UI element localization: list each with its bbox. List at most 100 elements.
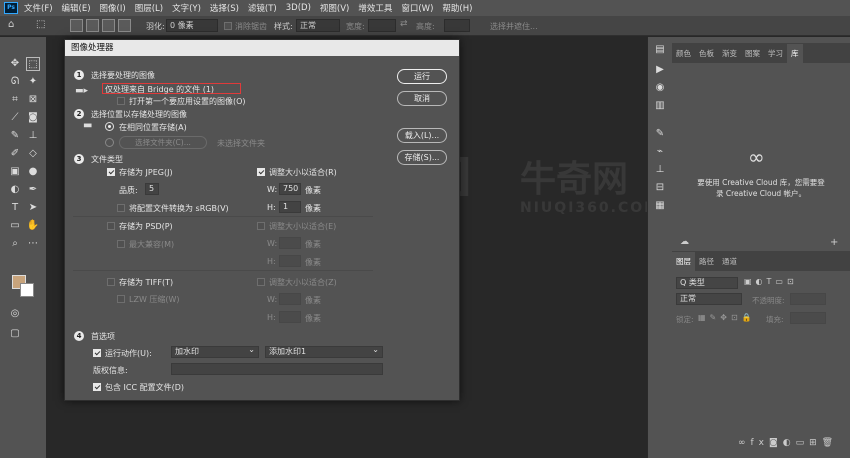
open-first-checkbox[interactable] bbox=[117, 97, 125, 105]
tab-swatches[interactable]: 色板 bbox=[695, 48, 718, 63]
menu-window[interactable]: 窗口(W) bbox=[401, 2, 433, 14]
shape-icon[interactable]: ▭ bbox=[8, 219, 22, 233]
jpeg-width-input[interactable]: 750 bbox=[279, 183, 301, 195]
menu-help[interactable]: 帮助(H) bbox=[442, 2, 472, 14]
fill-input[interactable] bbox=[790, 312, 826, 324]
layer-kind-filter[interactable]: Q 类型 bbox=[676, 277, 738, 289]
pen-icon[interactable]: ✒ bbox=[26, 183, 40, 197]
quick-mask-icon[interactable]: ◎ bbox=[8, 307, 22, 321]
lock-icons[interactable]: ▦✎✥⊡🔒 bbox=[698, 313, 756, 322]
opacity-input[interactable] bbox=[790, 293, 826, 305]
run-button[interactable]: 运行 bbox=[397, 69, 447, 84]
layer-bottom-icons[interactable]: ∞fx◙◐▭⊞🗑 bbox=[738, 438, 838, 448]
menu-filter[interactable]: 滤镜(T) bbox=[248, 2, 277, 14]
marquee-icon[interactable]: ⬚ bbox=[26, 57, 40, 71]
add-selection-icon[interactable] bbox=[86, 19, 99, 32]
lasso-icon[interactable]: ᘏ bbox=[8, 75, 22, 89]
tab-patterns[interactable]: 图案 bbox=[741, 48, 764, 63]
blur-icon[interactable]: ● bbox=[26, 165, 40, 179]
menu-select[interactable]: 选择(S) bbox=[210, 2, 239, 14]
crop-icon[interactable]: ⌗ bbox=[8, 93, 22, 107]
tab-gradients[interactable]: 渐变 bbox=[718, 48, 741, 63]
tiff-width-input[interactable] bbox=[279, 293, 301, 305]
clone-source-icon[interactable]: ⊥ bbox=[653, 163, 667, 177]
include-icc-checkbox[interactable] bbox=[93, 383, 101, 391]
choose-folder-button[interactable]: 选择文件夹(C)... bbox=[119, 136, 207, 149]
cloud-icon[interactable]: ☁ bbox=[680, 237, 689, 247]
jpeg-height-input[interactable]: 1 bbox=[279, 201, 301, 213]
psd-height-input[interactable] bbox=[279, 255, 301, 267]
intersect-selection-icon[interactable] bbox=[118, 19, 131, 32]
save-jpeg-checkbox[interactable] bbox=[107, 168, 115, 176]
move-icon[interactable]: ✥ bbox=[8, 57, 22, 71]
hand-icon[interactable]: ✋ bbox=[26, 219, 40, 233]
resize-tiff-checkbox[interactable] bbox=[257, 278, 265, 286]
brush-icon[interactable]: ✎ bbox=[8, 129, 22, 143]
screen-mode-icon[interactable]: ▢ bbox=[8, 327, 22, 341]
brushes-icon[interactable]: ⌁ bbox=[653, 145, 667, 159]
dodge-icon[interactable]: ◐ bbox=[8, 183, 22, 197]
quality-input[interactable]: 5 bbox=[145, 183, 159, 195]
tab-libraries[interactable]: 库 bbox=[787, 44, 803, 63]
tab-channels[interactable]: 通道 bbox=[718, 256, 741, 271]
stamp-icon[interactable]: ⊥ bbox=[26, 129, 40, 143]
tab-paths[interactable]: 路径 bbox=[695, 256, 718, 271]
load-button[interactable]: 载入(L)... bbox=[397, 128, 447, 143]
resize-jpeg-checkbox[interactable] bbox=[257, 168, 265, 176]
new-selection-icon[interactable] bbox=[70, 19, 83, 32]
menu-3d[interactable]: 3D(D) bbox=[286, 3, 311, 13]
menu-layer[interactable]: 图层(L) bbox=[135, 2, 163, 14]
antialias-checkbox[interactable] bbox=[224, 22, 232, 30]
psd-width-input[interactable] bbox=[279, 237, 301, 249]
play-icon[interactable]: ▶ bbox=[653, 63, 667, 77]
marquee-preset-icon[interactable]: ⬚ bbox=[36, 19, 45, 30]
background-color-swatch[interactable] bbox=[20, 283, 34, 297]
tab-layers[interactable]: 图层 bbox=[672, 252, 695, 271]
subtract-selection-icon[interactable] bbox=[102, 19, 115, 32]
menu-image[interactable]: 图像(I) bbox=[100, 2, 126, 14]
max-compat-checkbox[interactable] bbox=[117, 240, 125, 248]
healing-icon[interactable]: ◙ bbox=[26, 111, 40, 125]
cancel-button[interactable]: 取消 bbox=[397, 91, 447, 106]
cc-message-line2[interactable]: 录 Creative Cloud 帐户。 bbox=[672, 188, 850, 199]
tab-color[interactable]: 颜色 bbox=[672, 48, 695, 63]
tab-learn[interactable]: 学习 bbox=[764, 48, 787, 63]
menu-plugins[interactable]: 增效工具 bbox=[358, 2, 392, 14]
save-button[interactable]: 存储(S)... bbox=[397, 150, 447, 165]
action-set-select[interactable]: 加水印 bbox=[171, 345, 259, 358]
zoom-icon[interactable]: ⌕ bbox=[8, 237, 22, 251]
same-location-radio[interactable] bbox=[105, 122, 114, 131]
glyphs-icon[interactable]: ▦ bbox=[653, 199, 667, 213]
eyedropper-icon[interactable]: ⟋ bbox=[8, 111, 22, 125]
actions-icon[interactable]: ◉ bbox=[653, 81, 667, 95]
properties-icon[interactable]: ▥ bbox=[653, 99, 667, 113]
lzw-checkbox[interactable] bbox=[117, 295, 125, 303]
run-action-checkbox[interactable] bbox=[93, 349, 101, 357]
history-brush-icon[interactable]: ✐ bbox=[8, 147, 22, 161]
swap-icon[interactable]: ⇄ bbox=[400, 19, 408, 29]
frame-icon[interactable]: ⊠ bbox=[26, 93, 40, 107]
menu-type[interactable]: 文字(Y) bbox=[172, 2, 201, 14]
eraser-icon[interactable]: ◇ bbox=[26, 147, 40, 161]
brush-settings-icon[interactable]: ✎ bbox=[653, 127, 667, 141]
style-select[interactable]: 正常 bbox=[296, 19, 340, 32]
menu-file[interactable]: 文件(F) bbox=[24, 2, 53, 14]
magic-wand-icon[interactable]: ✦ bbox=[26, 75, 40, 89]
copyright-input[interactable] bbox=[171, 363, 383, 375]
select-mask-button[interactable]: 选择并遮住... bbox=[490, 21, 538, 32]
type-icon[interactable]: T bbox=[8, 201, 22, 215]
adjustments-icon[interactable]: ⊟ bbox=[653, 181, 667, 195]
width-input[interactable] bbox=[368, 19, 396, 32]
menu-edit[interactable]: 编辑(E) bbox=[62, 2, 91, 14]
height-input[interactable] bbox=[444, 19, 470, 32]
history-icon[interactable]: ▤ bbox=[653, 43, 667, 57]
choose-folder-radio[interactable] bbox=[105, 138, 114, 147]
convert-srgb-checkbox[interactable] bbox=[117, 204, 125, 212]
save-psd-checkbox[interactable] bbox=[107, 222, 115, 230]
blend-mode-select[interactable]: 正常 bbox=[676, 293, 742, 305]
home-icon[interactable]: ⌂ bbox=[8, 19, 14, 30]
more-tools-icon[interactable]: ⋯ bbox=[26, 237, 40, 251]
feather-input[interactable]: 0 像素 bbox=[166, 19, 218, 32]
add-icon[interactable]: + bbox=[830, 237, 838, 248]
menu-view[interactable]: 视图(V) bbox=[320, 2, 349, 14]
